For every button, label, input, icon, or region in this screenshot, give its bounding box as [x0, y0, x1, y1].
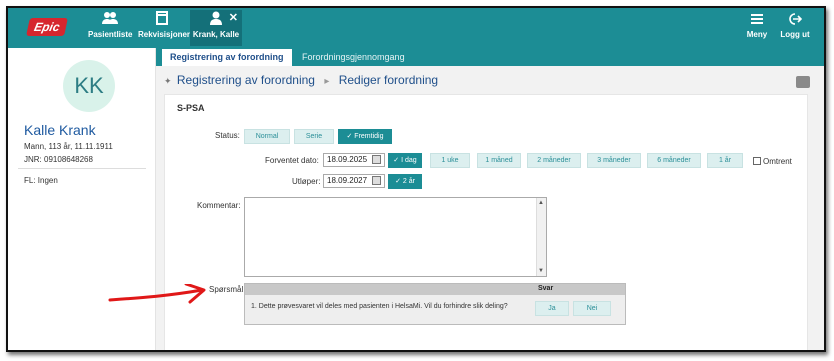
status-fremtidig-button[interactable]: ✓ Fremtidig — [338, 129, 392, 144]
omtrent-label: Omtrent — [763, 157, 792, 166]
avatar: KK — [63, 60, 115, 112]
tab-registrering[interactable]: Registrering av forordning — [162, 49, 292, 66]
top-navigation-bar: Epic Pasientliste Rekvisisjoner ✕ Krank,… — [8, 8, 824, 48]
utloper-label: Utløper: — [292, 177, 321, 186]
fl-info: FL: Ingen — [24, 176, 58, 185]
kommentar-textarea[interactable]: ▲ ▼ — [244, 197, 547, 277]
chevron-right-icon: ▸ — [324, 76, 330, 87]
breadcrumb-second: Rediger forordning — [338, 73, 439, 87]
forventet-1-uke-button[interactable]: 1 uke — [430, 153, 470, 168]
menu-button[interactable]: Meny — [744, 10, 770, 46]
forventet-1-maned-button[interactable]: 1 måned — [477, 153, 521, 168]
patient-jnr: JNR: 09108648268 — [24, 153, 113, 166]
answer-nei-button[interactable]: Nei — [573, 301, 611, 316]
sporsmal-label: Spørsmål: — [209, 285, 246, 294]
status-serie-button[interactable]: Serie — [294, 129, 334, 144]
nav-rekvisisjoner-label: Rekvisisjoner — [138, 30, 191, 39]
nav-pasientliste[interactable]: Pasientliste — [88, 10, 132, 46]
utloper-2-ar-button[interactable]: ✓ 2 år — [388, 174, 422, 189]
svar-header: Svar — [538, 285, 554, 292]
omtrent-checkbox[interactable] — [753, 157, 761, 165]
nav-patient-krank-kalle[interactable]: ✕ Krank, Kalle — [190, 10, 242, 46]
star-icon[interactable]: ✦ — [164, 76, 172, 86]
logout-label: Logg ut — [780, 30, 810, 39]
scroll-up-icon[interactable]: ▲ — [538, 200, 544, 206]
jnr-label: JNR: — [24, 155, 42, 164]
forventet-dato-label: Forventet dato: — [265, 156, 319, 165]
forventet-3-maneder-button[interactable]: 3 måneder — [587, 153, 641, 168]
forventet-i-dag-button[interactable]: ✓ I dag — [388, 153, 422, 168]
app-window: Epic Pasientliste Rekvisisjoner ✕ Krank,… — [6, 6, 826, 352]
question-table: Svar 1. Dette prøvesvaret vil deles med … — [244, 283, 626, 325]
patient-info: Mann, 113 år, 11.11.1911 JNR: 0910864826… — [24, 140, 113, 166]
document-tray-icon — [138, 10, 186, 30]
forventet-2-maneder-button[interactable]: 2 måneder — [527, 153, 581, 168]
printer-icon[interactable] — [796, 76, 810, 88]
textarea-scrollbar[interactable]: ▲ ▼ — [536, 198, 546, 276]
forventet-6-maneder-button[interactable]: 6 måneder — [647, 153, 701, 168]
main-content: ✦ Registrering av forordning ▸ Rediger f… — [156, 66, 824, 350]
logout-icon — [778, 10, 812, 30]
scroll-down-icon[interactable]: ▼ — [538, 268, 544, 274]
epic-logo: Epic — [26, 18, 68, 36]
hamburger-menu-icon — [744, 10, 770, 30]
breadcrumb-first[interactable]: Registrering av forordning — [177, 73, 315, 87]
kommentar-label: Kommentar: — [197, 201, 241, 210]
form-title: S-PSA — [177, 103, 205, 113]
nav-patient-label: Krank, Kalle — [192, 30, 240, 39]
forventet-1-ar-button[interactable]: 1 år — [707, 153, 743, 168]
breadcrumb: ✦ Registrering av forordning ▸ Rediger f… — [164, 73, 438, 87]
logout-button[interactable]: Logg ut — [778, 10, 812, 46]
answer-ja-button[interactable]: Ja — [535, 301, 569, 316]
close-patient-icon[interactable]: ✕ — [229, 11, 238, 24]
status-normal-button[interactable]: Normal — [244, 129, 290, 144]
nav-pasientliste-label: Pasientliste — [88, 30, 133, 39]
status-label: Status: — [215, 131, 240, 140]
question-table-header: Svar — [245, 284, 625, 295]
patient-name: Kalle Krank — [24, 122, 96, 138]
tab-bar: Registrering av forordning Forordningsgj… — [156, 48, 824, 66]
divider — [18, 168, 146, 169]
calendar-icon[interactable] — [372, 176, 381, 185]
jnr-value: 09108648268 — [44, 155, 93, 164]
question-text: 1. Dette prøvesvaret vil deles med pasie… — [251, 303, 508, 310]
patient-details: Mann, 113 år, 11.11.1911 — [24, 142, 113, 151]
people-icon — [88, 10, 132, 30]
order-form: S-PSA Status: Normal Serie ✓ Fremtidig F… — [164, 94, 808, 350]
nav-rekvisisjoner[interactable]: Rekvisisjoner — [138, 10, 190, 46]
menu-label: Meny — [746, 30, 768, 39]
calendar-icon[interactable] — [372, 155, 381, 164]
red-arrow-annotation — [108, 284, 206, 304]
tab-forordningsgjennomgang[interactable]: Forordningsgjennomgang — [294, 49, 413, 66]
